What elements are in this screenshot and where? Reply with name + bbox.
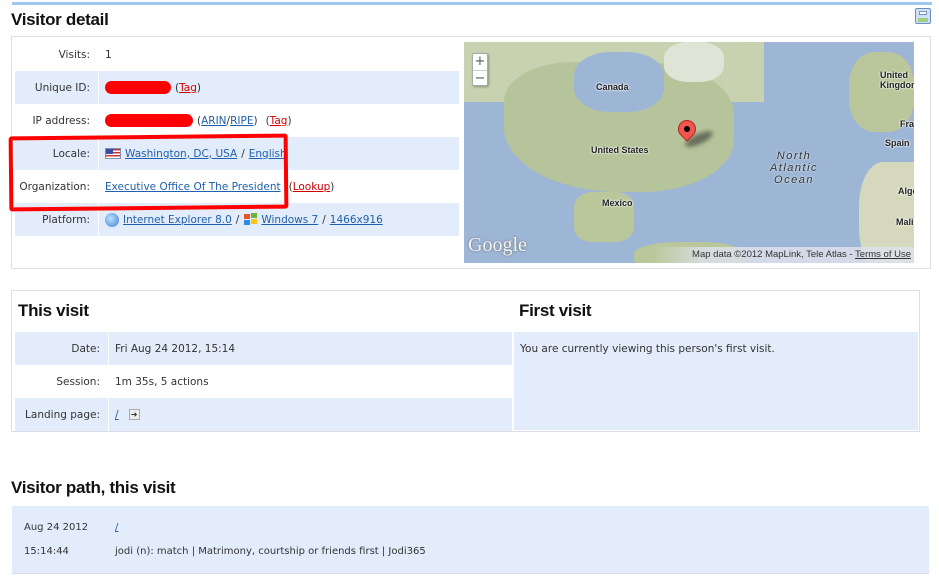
landing-page-link[interactable]: / [115, 409, 119, 421]
browser-link[interactable]: Internet Explorer 8.0 [123, 214, 232, 226]
map-label-mali: Mali [896, 217, 914, 227]
first-visit-title: First visit [519, 301, 592, 320]
map-zoom-control: + − [472, 53, 488, 86]
unique-id-redacted [105, 81, 171, 94]
zoom-out-button[interactable]: − [473, 70, 487, 86]
visits-label: Visits: [15, 38, 99, 71]
visitor-path-list: Aug 24 2012 15:14:44 / jodi (n): match |… [12, 506, 929, 574]
first-visit-body: You are currently viewing this person's … [514, 332, 918, 430]
map-label-ocean: North Atlantic Ocean [769, 150, 819, 186]
row-landing-page: Landing page: / ➜ [15, 398, 512, 431]
date-value: Fri Aug 24 2012, 15:14 [115, 342, 236, 355]
visits-value: 1 [105, 48, 112, 61]
landing-page-label: Landing page: [15, 398, 109, 431]
terms-of-use-link[interactable]: Terms of Use [855, 249, 911, 260]
session-value: 1m 35s, 5 actions [115, 375, 209, 388]
ip-address-label: IP address: [15, 104, 99, 137]
tag-link[interactable]: Tag [179, 82, 197, 94]
map-land [664, 42, 724, 82]
map-label-uk: United Kingdom [880, 70, 914, 90]
ip-tag-link[interactable]: Tag [270, 115, 288, 127]
map-label-spain: Spain [885, 138, 910, 148]
ip-address-redacted [105, 114, 193, 127]
path-entry-time: 15:14:44 [24, 546, 69, 557]
map-label-united-states: United States [591, 145, 649, 155]
resolution-link[interactable]: 1466x916 [330, 214, 383, 226]
session-label: Session: [15, 365, 109, 398]
path-entry-url[interactable]: / [115, 522, 118, 533]
map-label-algeria: Alge [898, 186, 914, 196]
map-label-mexico: Mexico [602, 198, 633, 208]
google-logo: Google [468, 234, 527, 256]
path-entry-date: Aug 24 2012 [24, 522, 89, 533]
row-date: Date: Fri Aug 24 2012, 15:14 [15, 332, 512, 365]
highlight-annotation [8, 133, 289, 212]
page-title: Visitor detail [11, 10, 109, 29]
path-entry-title: jodi (n): match | Matrimony, courtship o… [115, 546, 426, 557]
first-visit-message: You are currently viewing this person's … [520, 343, 775, 355]
ripe-link[interactable]: RIPE [230, 115, 253, 127]
windows-icon [243, 213, 258, 226]
visitor-path-title: Visitor path, this visit [11, 478, 176, 497]
lookup-link[interactable]: Lookup [293, 181, 331, 193]
map-label-france: Fra [900, 119, 914, 129]
row-ip-address: IP address: (ARIN/RIPE) (Tag) [15, 104, 459, 137]
visits-panel: This visit First visit Date: Fri Aug 24 … [11, 290, 920, 432]
map-attribution: Map data ©2012 MapLink, Tele Atlas - Ter… [652, 247, 914, 263]
row-session: Session: 1m 35s, 5 actions [15, 365, 512, 398]
arrow-right-icon[interactable]: ➜ [128, 409, 140, 420]
row-unique-id: Unique ID: (Tag) [15, 71, 459, 104]
top-border [12, 2, 932, 5]
row-visits: Visits: 1 [15, 38, 459, 71]
zoom-in-button[interactable]: + [473, 54, 487, 70]
arin-link[interactable]: ARIN [201, 115, 226, 127]
os-link[interactable]: Windows 7 [261, 214, 318, 226]
map-label-canada: Canada [596, 82, 629, 92]
this-visit-title: This visit [18, 301, 89, 320]
internet-explorer-icon [105, 212, 119, 227]
this-visit-table: Date: Fri Aug 24 2012, 15:14 Session: 1m… [15, 332, 512, 431]
unique-id-label: Unique ID: [15, 71, 99, 104]
date-label: Date: [15, 332, 109, 365]
location-map[interactable]: + − Canada United States Mexico United K… [464, 42, 914, 263]
save-disk-icon[interactable] [915, 8, 931, 24]
